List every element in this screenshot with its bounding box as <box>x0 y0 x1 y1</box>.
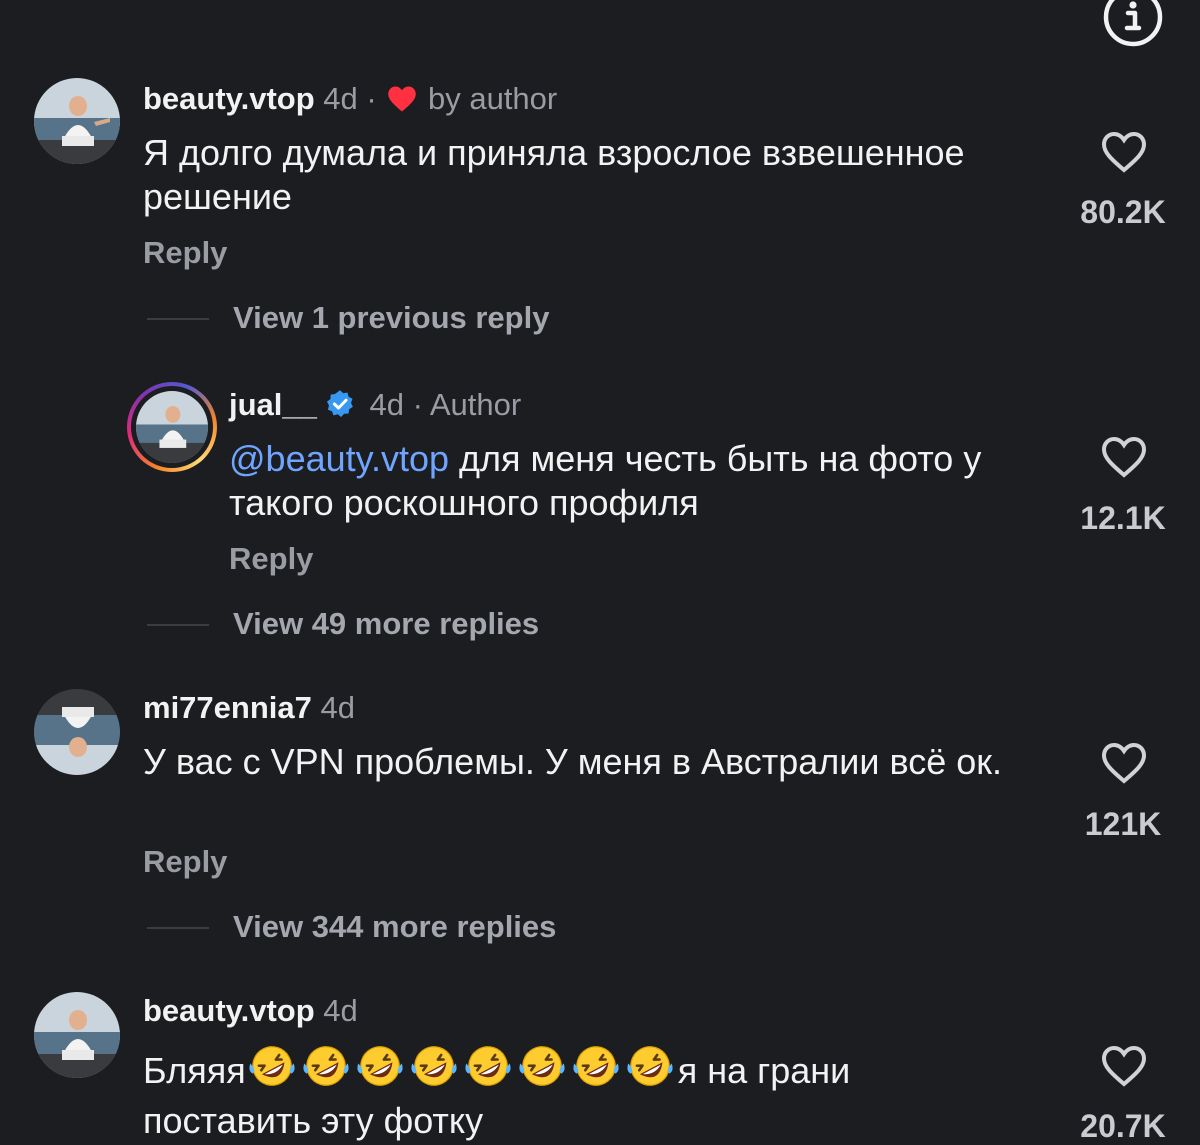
story-ring[interactable] <box>127 382 217 472</box>
rolling-on-floor-laughing-emoji <box>300 1043 352 1099</box>
rolling-on-floor-laughing-emoji <box>570 1043 622 1099</box>
username[interactable]: jual__ <box>229 387 317 422</box>
comment-time: 4d <box>320 690 355 725</box>
heart-outline-icon[interactable] <box>1100 1044 1148 1088</box>
avatar[interactable] <box>34 78 120 164</box>
reply-button[interactable]: Reply <box>143 235 227 271</box>
info-icon[interactable] <box>1102 0 1164 48</box>
heart-outline-icon[interactable] <box>1100 435 1148 479</box>
like-count: 80.2K <box>1080 194 1166 230</box>
rolling-on-floor-laughing-emoji <box>354 1043 406 1099</box>
comment-text: Бляяя я на грани поставить эту фотку <box>143 1043 1083 1143</box>
rolling-on-floor-laughing-emoji <box>624 1043 676 1099</box>
mention-link[interactable]: @beauty.vtop <box>229 438 449 479</box>
username[interactable]: mi77ennia7 <box>143 690 312 725</box>
comment-time: 4d <box>323 993 358 1028</box>
comment-meta: mi77ennia7 4d <box>143 690 355 726</box>
comment-time: 4d <box>323 81 358 116</box>
heart-filled-icon <box>387 85 417 121</box>
rolling-on-floor-laughing-emoji <box>462 1043 514 1099</box>
comment-text: @beauty.vtop для меня честь быть на фото… <box>229 437 1069 525</box>
comment-text: У вас с VPN проблемы. У меня в Австралии… <box>143 741 1002 782</box>
comment-meta: beauty.vtop 4d <box>143 993 358 1029</box>
heart-outline-icon[interactable] <box>1100 741 1148 785</box>
verified-badge-icon <box>325 389 355 427</box>
separator: · <box>366 81 377 116</box>
liked-by-author: by author <box>427 81 558 116</box>
comment-body-start: Бляяя <box>143 1050 246 1091</box>
like-count: 20.7K <box>1080 1108 1166 1144</box>
emoji-row <box>246 1046 678 1091</box>
rolling-on-floor-laughing-emoji <box>246 1043 298 1099</box>
thread-divider <box>147 927 209 929</box>
thread-divider <box>147 624 209 626</box>
reply-button[interactable]: Reply <box>229 541 313 577</box>
username[interactable]: beauty.vtop <box>143 993 315 1028</box>
username[interactable]: beauty.vtop <box>143 81 315 116</box>
like-count: 12.1K <box>1080 500 1166 536</box>
like-count: 121K <box>1084 806 1162 842</box>
separator: · <box>412 387 423 422</box>
comment-body-line2: поставить эту фотку <box>143 1100 484 1141</box>
heart-outline-icon[interactable] <box>1100 130 1148 174</box>
comment-meta: beauty.vtop 4d · by author <box>143 81 557 121</box>
comment-time: 4d <box>369 387 404 422</box>
avatar[interactable] <box>34 689 120 775</box>
view-replies-button[interactable]: View 1 previous reply <box>233 300 549 336</box>
view-replies-button[interactable]: View 49 more replies <box>233 606 539 642</box>
rolling-on-floor-laughing-emoji <box>516 1043 568 1099</box>
view-replies-button[interactable]: View 344 more replies <box>233 909 556 945</box>
avatar[interactable] <box>34 992 120 1078</box>
rolling-on-floor-laughing-emoji <box>408 1043 460 1099</box>
comment-body-end: я на грани <box>677 1050 851 1091</box>
comment-text: Я долго думала и приняла взрослое взвеше… <box>143 132 965 217</box>
author-label: Author <box>429 387 522 422</box>
comment-meta: jual__ 4d · Author <box>229 387 521 427</box>
reply-button[interactable]: Reply <box>143 844 227 880</box>
thread-divider <box>147 318 209 320</box>
avatar <box>136 391 208 463</box>
